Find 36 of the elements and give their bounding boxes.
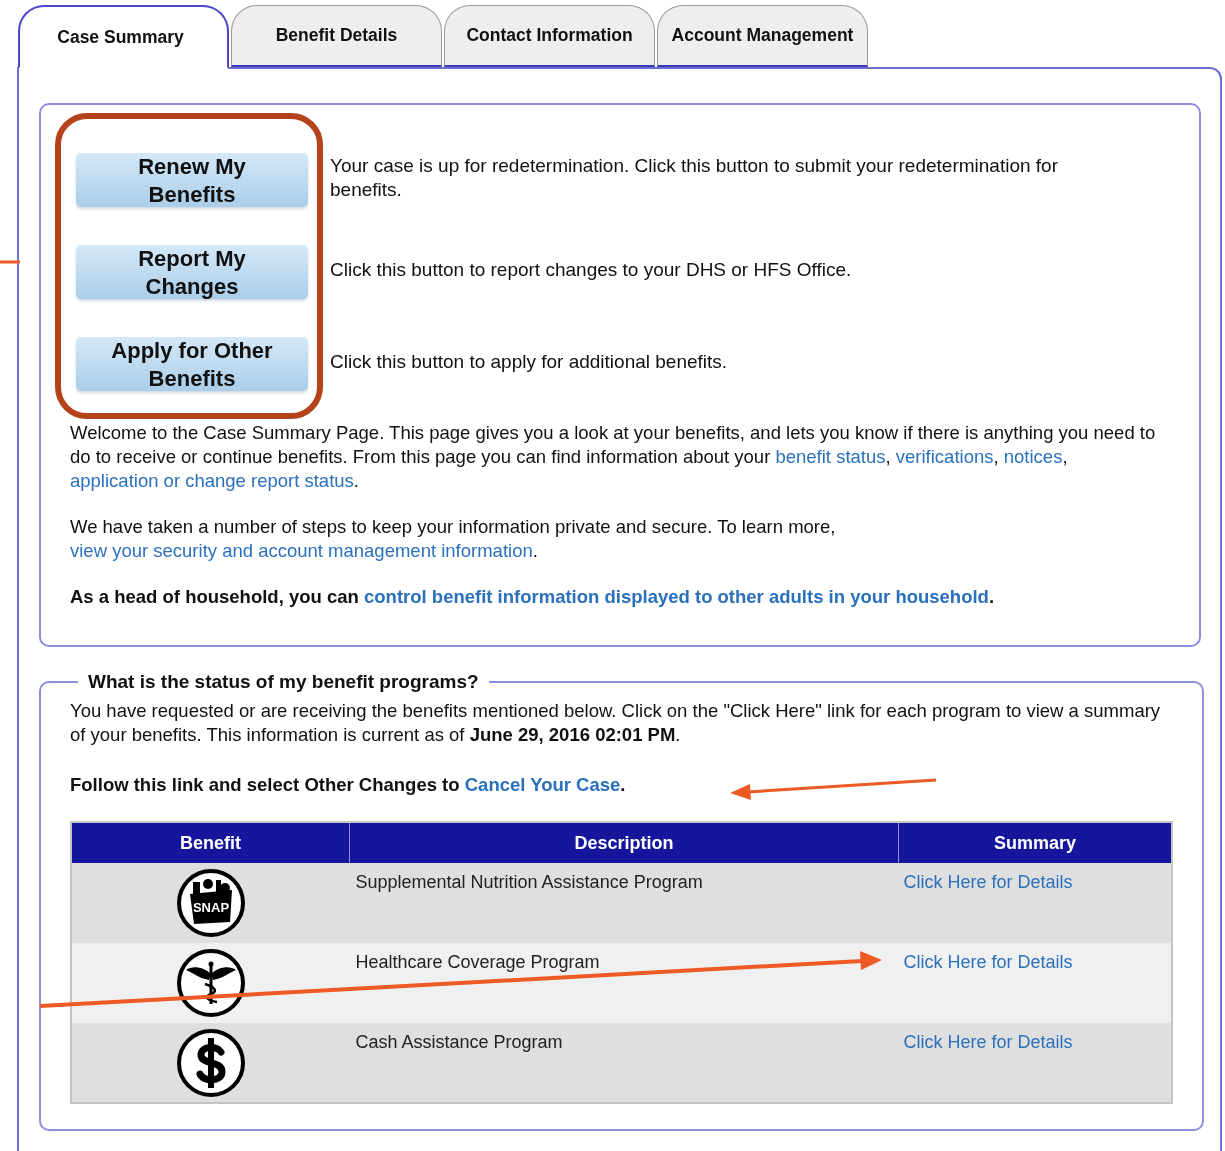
tab[interactable]: Account Management [657,5,868,67]
action-button[interactable]: Renew My Benefits [76,153,308,207]
link[interactable]: Cancel Your Case [464,774,621,795]
action-button[interactable]: Apply for Other Benefits [76,337,308,391]
tab[interactable]: Benefit Details [231,5,442,67]
paragraph: You have requested or are receiving the benefits mentioned below. Click on the "Click Here" link for each program to view a summary of your benefits. This information is current as of June 29, 2016 02:01 PM. [70,699,1162,747]
link[interactable]: control benefit information displayed to other adults in your household [364,586,989,607]
link[interactable]: notices [1003,446,1063,467]
caduceus-icon [175,948,246,1018]
dollar-icon [175,1027,246,1098]
paragraph: We have taken a number of steps to keep your information private and secure. To learn more, view your security and account management information. [70,515,837,563]
details-link[interactable]: Click Here for Details [903,872,1073,892]
description-text: Click this button to report changes to your DHS or HFS Office. [330,258,852,282]
leader-line [0,260,20,264]
table-cell: Healthcare Coverage Program [355,952,600,972]
details-link[interactable]: Click Here for Details [903,952,1073,972]
action-button[interactable]: Report My Changes [76,245,308,299]
table-cell: Cash Assistance Program [355,1032,563,1052]
tab[interactable]: Case Summary [18,5,229,69]
link[interactable]: application or change report status [70,470,354,491]
column-header: Summary [898,822,1172,863]
details-link[interactable]: Click Here for Details [903,1032,1073,1052]
description-text: Your case is up for redetermination. Click this button to submit your redetermination for benefits. [330,154,1059,202]
link[interactable]: view your security and account management information [70,540,533,561]
table-cell: Supplemental Nutrition Assistance Program [355,872,703,892]
paragraph: Welcome to the Case Summary Page. This page gives you a look at your benefits, and lets you know if there is anything you need to do to receive or continue benefits. From this page you can find information about your benefit status, verifications, notices, application or change report status. [70,421,1157,493]
link[interactable]: verifications [895,446,994,467]
tab[interactable]: Contact Information [444,5,655,67]
paragraph: As a head of household, you can control benefit information displayed to other adults in your household. [70,585,995,609]
column-header: Description [349,822,899,863]
description-text: Click this button to apply for additional benefits. [330,350,728,374]
grocery-bag-icon: SNAP [175,868,246,938]
paragraph: Follow this link and select Other Changes to Cancel Your Case. [70,773,626,797]
section-title: What is the status of my benefit programs? [87,671,480,693]
column-header: Benefit [71,822,350,863]
link[interactable]: benefit status [775,446,886,467]
